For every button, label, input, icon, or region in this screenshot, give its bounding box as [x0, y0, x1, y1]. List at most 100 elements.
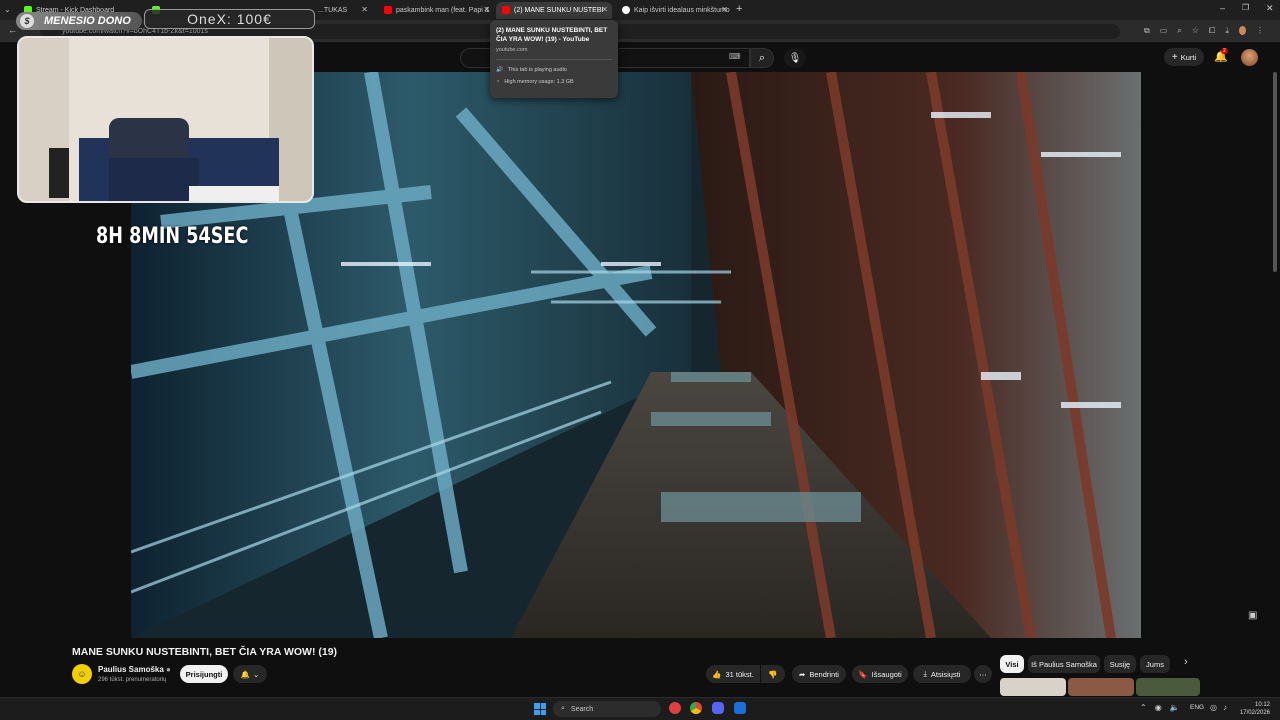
chip-label: Jums	[1146, 659, 1164, 669]
notifications-button[interactable]: 🔔 2	[1214, 48, 1228, 63]
avatar[interactable]	[1241, 49, 1258, 66]
more-actions-button[interactable]: ⋯	[974, 665, 992, 683]
tab-hover-card: (2) MANE SUNKU NUSTEBINTI, BET ČIA YRA W…	[490, 20, 618, 98]
maximize-icon[interactable]: ❐	[1242, 3, 1249, 12]
tab-hover-domain: youtube.com	[496, 47, 528, 53]
subscriber-count: 296 tūkst. prenumeratorių	[98, 677, 167, 683]
coin-icon: $	[20, 14, 34, 28]
back-icon[interactable]: ←	[8, 25, 17, 35]
tab-label: paskambink man (feat. Papi &	[396, 7, 490, 14]
network-icon[interactable]: ◉	[1155, 703, 1162, 712]
wifi-icon[interactable]: ◎	[1210, 703, 1217, 712]
subscribe-label: Prisijungti	[185, 669, 223, 679]
more-horizontal-icon: ⋯	[979, 669, 987, 679]
tab-kaip-isvirti[interactable]: Kaip išvirti idealaus minkštumo ✕	[616, 2, 732, 19]
chip-label: Susiję	[1109, 659, 1131, 669]
tab-search-icon[interactable]: ⌄	[4, 5, 11, 14]
thumbs-down-icon: 👎	[768, 669, 778, 679]
minimize-icon[interactable]: –	[1220, 3, 1225, 13]
tab-paskambink-man[interactable]: paskambink man (feat. Papi & ✕	[378, 2, 494, 19]
bookmark-star-icon[interactable]: ☆	[1192, 26, 1199, 38]
chip-all[interactable]: Visi	[1000, 655, 1024, 673]
close-tab-icon[interactable]: ✕	[483, 5, 490, 14]
download-button[interactable]: ⤓ Atsisiųsti	[913, 665, 971, 683]
chip-related[interactable]: Susiję	[1104, 655, 1136, 673]
tab-hover-title: (2) MANE SUNKU NUSTEBINTI, BET ČIA YRA W…	[496, 27, 608, 43]
download-label: Atsisiųsti	[930, 669, 961, 679]
clock-time: 10:12	[1254, 702, 1270, 708]
keyboard-icon[interactable]: ⌨	[729, 52, 741, 61]
microphone-icon: 🎙	[788, 52, 802, 64]
share-icon: ➦	[799, 669, 806, 679]
webcam-overlay	[17, 36, 314, 203]
subscribe-button[interactable]: Prisijungti	[180, 665, 228, 683]
channel-avatar[interactable]: ☺	[72, 664, 92, 684]
start-icon[interactable]	[534, 703, 546, 715]
close-tab-icon[interactable]: ✕	[361, 5, 368, 14]
create-label: Kurti	[1180, 52, 1197, 62]
top-donor-text: OneX: 100€	[187, 11, 272, 27]
share-label: Bendrinti	[809, 669, 839, 679]
close-tab-icon[interactable]: ✕	[601, 5, 608, 14]
voice-search-button[interactable]: 🎙	[784, 48, 806, 68]
chip-from-channel[interactable]: Iš Paulius Samoška	[1028, 655, 1100, 673]
speaker-icon[interactable]: ♪	[1223, 703, 1227, 712]
taskbar-search[interactable]: ⌕ Search	[553, 701, 661, 717]
language-indicator[interactable]: ENG	[1190, 704, 1204, 711]
discord-icon[interactable]	[712, 702, 724, 714]
cast-icon[interactable]: ▭	[1160, 26, 1168, 38]
zoom-icon[interactable]: ⌕	[1177, 26, 1181, 38]
search-button[interactable]: ⌕	[750, 48, 774, 68]
profile-icon[interactable]	[1238, 26, 1246, 35]
new-tab-icon[interactable]: +	[736, 3, 742, 15]
extensions-icon[interactable]: ⧠	[1209, 26, 1215, 38]
chevron-up-icon[interactable]: ⌃	[1140, 703, 1147, 712]
monthly-donation-banner: $ MENESIO DONO	[16, 12, 142, 30]
clock[interactable]: 10:12 17/02/2026	[1236, 701, 1270, 717]
share-button[interactable]: ➦ Bendrinti	[792, 665, 846, 683]
windows-taskbar: ⌕ Search ⌃ ◉ 🔈 ENG ◎ ♪ 10:12 17/02/2026	[0, 697, 1280, 720]
webcam-frame	[19, 38, 312, 201]
memory-icon: ◔	[496, 79, 500, 85]
tab-youtube-active[interactable]: (2) MANE SUNKU NUSTEBI ✕	[496, 2, 612, 19]
recommended-thumbnail[interactable]	[1068, 678, 1134, 696]
app-icon[interactable]	[734, 702, 746, 714]
recommended-thumbnail[interactable]	[1136, 678, 1200, 696]
like-count: 31 tūkst.	[725, 669, 754, 679]
tab-label: Kaip išvirti idealaus minkštumo	[634, 7, 730, 14]
chevron-right-icon[interactable]: ›	[1184, 656, 1188, 668]
channel-name[interactable]: Paulius Samoška ●	[98, 665, 171, 674]
like-button[interactable]: 👍 31 tūkst.	[706, 665, 760, 683]
bookmark-icon: 🔖	[858, 669, 868, 679]
search-icon: ⌕	[561, 705, 565, 712]
divider	[496, 59, 612, 60]
translate-icon[interactable]: ⧉	[1144, 26, 1150, 38]
chrome-icon[interactable]	[690, 702, 702, 714]
close-tab-icon[interactable]: ✕	[721, 5, 728, 14]
system-tray: ⌃ ◉ 🔈	[1140, 703, 1180, 712]
youtube-favicon-icon	[502, 6, 510, 14]
notification-badge: 2	[1221, 48, 1228, 54]
menu-icon[interactable]: ⋮	[1256, 26, 1264, 38]
youtube-favicon-icon	[384, 6, 392, 14]
tray-icons: ◎ ♪	[1210, 703, 1227, 712]
save-button[interactable]: 🔖 Išsaugoti	[852, 665, 908, 683]
browser-extensions: ⧉ ▭ ⌕ ☆ ⧠ ⤓ ⋮	[1144, 26, 1264, 38]
create-button[interactable]: + Kurti	[1164, 48, 1204, 66]
dono-label: MENESIO DONO	[44, 15, 131, 27]
chip-label: Iš Paulius Samoška	[1031, 659, 1097, 669]
video-title: MANE SUNKU NUSTEBINTI, BET ČIA YRA WOW! …	[72, 646, 338, 658]
chip-for-you[interactable]: Jums	[1140, 655, 1170, 673]
close-window-icon[interactable]: ✕	[1266, 3, 1274, 14]
tab-label: (2) MANE SUNKU NUSTEBI	[514, 7, 604, 14]
download-icon[interactable]: ⤓	[1225, 26, 1229, 38]
video-watermark-icon: ▣	[1248, 610, 1258, 621]
memory-text: High memory usage: 1.3 GB	[504, 79, 574, 85]
dislike-button[interactable]: 👎	[761, 665, 785, 683]
app-icon[interactable]	[669, 702, 681, 714]
download-icon: ⤓	[923, 669, 927, 678]
recommended-thumbnail[interactable]	[1000, 678, 1066, 696]
volume-icon[interactable]: 🔈	[1170, 703, 1180, 712]
notification-bell-button[interactable]: 🔔 ⌄	[233, 665, 267, 683]
page-scrollbar[interactable]	[1273, 72, 1277, 272]
